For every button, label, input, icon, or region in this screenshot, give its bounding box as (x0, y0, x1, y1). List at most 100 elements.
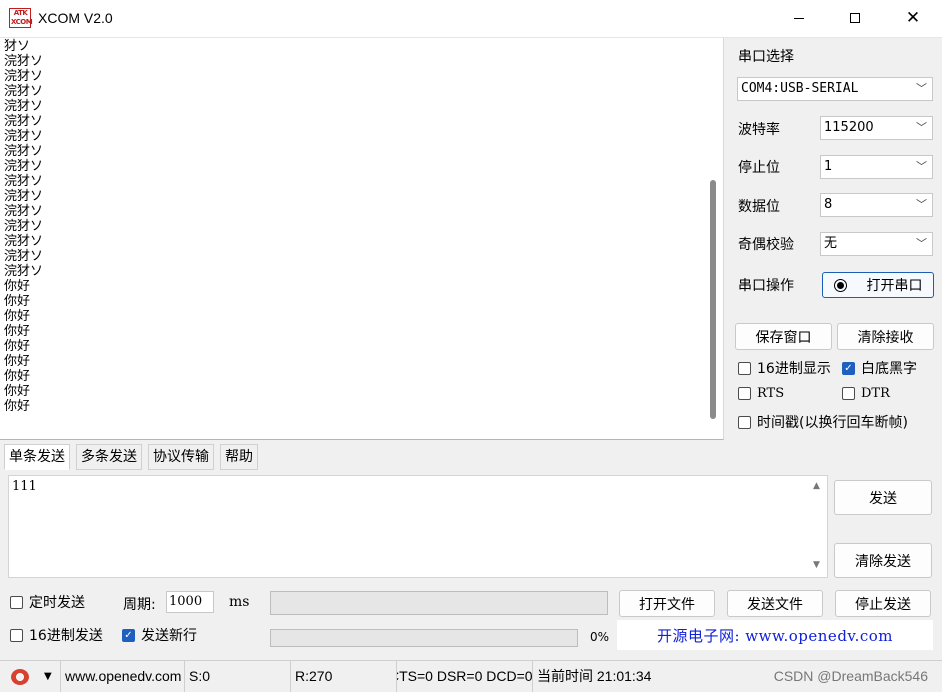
minimize-button[interactable] (770, 0, 828, 36)
port-value: COM4:USB-SERIAL (741, 81, 859, 96)
clear-receive-button[interactable]: 清除接收 (837, 323, 934, 350)
checkbox-icon (10, 595, 23, 609)
status-bar: ▼ www.openedv.com S:0 R:270 CTS=0 DSR=0 … (0, 660, 942, 692)
tab-protocol[interactable]: 协议传输 (148, 444, 214, 470)
progress-text: 0% (590, 630, 610, 644)
status-sent: S:0 (185, 661, 291, 692)
parity-select[interactable]: 无 ﹀ (820, 232, 933, 256)
checkbox-icon (738, 361, 751, 375)
send-scrollbar[interactable]: ▲ ▼ (809, 476, 827, 577)
logo-line-2: XCOM (11, 18, 33, 26)
status-lines: CTS=0 DSR=0 DCD=0 (397, 661, 533, 692)
status-time: 当前时间 21:01:34 (537, 668, 652, 684)
period-label: 周期: (123, 597, 156, 613)
baud-value: 115200 (824, 120, 874, 135)
hex-display-label: 16进制显示 (757, 361, 831, 377)
port-select[interactable]: COM4:USB-SERIAL ﹀ (737, 77, 933, 101)
settings-icon[interactable] (11, 669, 29, 685)
send-newline-checkbox[interactable]: ✓ 发送新行 (122, 625, 197, 645)
timed-send-checkbox[interactable]: 定时发送 (10, 592, 85, 612)
hex-send-checkbox[interactable]: 16进制发送 (10, 625, 103, 645)
checkbox-icon (842, 387, 855, 400)
dtr-checkbox[interactable]: DTR (842, 386, 890, 401)
rts-checkbox[interactable]: RTS (738, 386, 784, 401)
clear-send-label: 清除发送 (855, 553, 911, 570)
status-url[interactable]: www.openedv.com (60, 661, 185, 692)
title-bar: ATK XCOM XCOM V2.0 ✕ (0, 0, 942, 38)
send-label: 发送 (869, 490, 897, 507)
logo-line-1: ATK (13, 9, 28, 17)
window-title: XCOM V2.0 (38, 10, 113, 26)
baud-label: 波特率 (738, 122, 780, 138)
open-file-button[interactable]: 打开文件 (619, 590, 715, 617)
minimize-icon (794, 17, 804, 19)
save-window-button[interactable]: 保存窗口 (735, 323, 832, 350)
hex-display-checkbox[interactable]: 16进制显示 (738, 358, 831, 378)
timed-send-label: 定时发送 (29, 595, 85, 611)
maximize-icon (850, 13, 860, 23)
checkbox-icon (738, 415, 751, 429)
timestamp-label: 时间戳(以换行回车断帧) (757, 415, 908, 431)
clear-receive-label: 清除接收 (857, 329, 914, 346)
watermark: CSDN @DreamBack546 (773, 668, 928, 684)
parity-label: 奇偶校验 (738, 237, 794, 253)
receive-textarea[interactable]: 犲ソ 浣犲ソ 浣犲ソ 浣犲ソ 浣犲ソ 浣犲ソ 浣犲ソ 浣犲ソ 浣犲ソ 浣犲ソ 浣… (0, 38, 724, 440)
scroll-down-icon[interactable]: ▼ (813, 560, 820, 570)
chevron-down-icon: ﹀ (916, 160, 927, 173)
close-icon: ✕ (905, 7, 921, 28)
receive-text: 犲ソ 浣犲ソ 浣犲ソ 浣犲ソ 浣犲ソ 浣犲ソ 浣犲ソ 浣犲ソ 浣犲ソ 浣犲ソ 浣… (4, 39, 44, 414)
checkbox-icon (738, 387, 751, 400)
checkmark-icon: ✓ (122, 628, 135, 642)
tab-help[interactable]: 帮助 (220, 444, 258, 470)
radio-icon (833, 278, 847, 292)
scroll-up-icon[interactable]: ▲ (813, 481, 820, 491)
checkmark-icon: ✓ (842, 361, 855, 375)
white-black-checkbox[interactable]: ✓ 白底黑字 (842, 358, 917, 378)
parity-value: 无 (824, 236, 838, 251)
send-button[interactable]: 发送 (834, 480, 932, 515)
rts-label: RTS (757, 386, 785, 401)
data-bits-label: 数据位 (738, 199, 780, 215)
receive-scrollbar[interactable] (704, 38, 722, 439)
dtr-label: DTR (861, 386, 890, 401)
stop-bits-value: 1 (824, 159, 833, 174)
white-black-label: 白底黑字 (861, 361, 917, 377)
open-port-label: 打开串口 (866, 278, 923, 294)
stop-send-label: 停止发送 (855, 596, 911, 613)
data-bits-select[interactable]: 8 ﹀ (820, 193, 933, 217)
send-file-button[interactable]: 发送文件 (727, 590, 823, 617)
maximize-button[interactable] (826, 0, 884, 36)
close-button[interactable]: ✕ (884, 0, 942, 36)
period-unit: ms (229, 594, 250, 610)
status-received: R:270 (291, 661, 397, 692)
data-bits-value: 8 (824, 197, 833, 212)
progress-bar (270, 629, 578, 647)
period-input[interactable]: 1000 (166, 591, 214, 613)
timestamp-checkbox[interactable]: 时间戳(以换行回车断帧) (738, 412, 908, 432)
chevron-down-icon: ﹀ (916, 121, 927, 134)
stop-bits-label: 停止位 (738, 160, 780, 176)
hex-send-label: 16进制发送 (29, 628, 103, 644)
baud-select[interactable]: 115200 ﹀ (820, 116, 933, 140)
stop-send-button[interactable]: 停止发送 (835, 590, 931, 617)
receive-scroll-thumb[interactable] (710, 180, 716, 419)
tab-multi-send[interactable]: 多条发送 (76, 444, 142, 470)
dropdown-arrow-icon[interactable]: ▼ (44, 661, 52, 692)
file-path-field (270, 591, 608, 615)
chevron-down-icon: ﹀ (916, 237, 927, 250)
send-textarea[interactable]: 111 ▲ ▼ (8, 475, 828, 578)
tab-single-send[interactable]: 单条发送 (4, 444, 70, 470)
clear-send-button[interactable]: 清除发送 (834, 543, 932, 578)
send-text: 111 (12, 479, 37, 494)
port-label: 串口选择 (738, 49, 794, 65)
app-logo: ATK XCOM (9, 8, 33, 28)
tab-bar: 单条发送 多条发送 协议传输 帮助 (0, 444, 724, 470)
send-file-label: 发送文件 (747, 596, 803, 613)
openedv-link[interactable]: 开源电子网: www.openedv.com (617, 620, 933, 650)
open-file-label: 打开文件 (639, 596, 695, 613)
save-window-label: 保存窗口 (755, 329, 812, 346)
send-newline-label: 发送新行 (141, 628, 197, 644)
stop-bits-select[interactable]: 1 ﹀ (820, 155, 933, 179)
chevron-down-icon: ﹀ (916, 82, 927, 95)
open-port-button[interactable]: 打开串口 (822, 272, 934, 298)
